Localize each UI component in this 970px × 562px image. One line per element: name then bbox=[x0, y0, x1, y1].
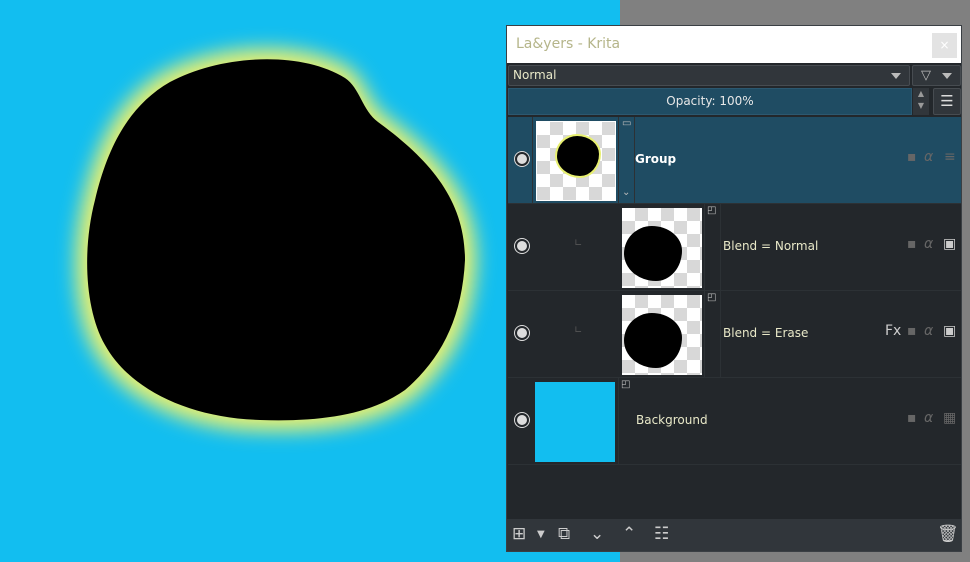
child-indent-icon: ∟ bbox=[574, 325, 583, 336]
folder-icon: ▭ bbox=[622, 118, 632, 129]
layer-thumbnail bbox=[535, 382, 615, 462]
fx-badge[interactable]: Fx bbox=[885, 323, 901, 339]
layer-thumbnail bbox=[622, 208, 702, 288]
properties-icon[interactable]: ☷ bbox=[654, 524, 669, 544]
eye-icon[interactable] bbox=[515, 152, 529, 166]
chevron-down-icon bbox=[891, 73, 901, 79]
trash-icon[interactable]: 🗑 bbox=[937, 524, 959, 544]
lock-icon[interactable]: ▪ bbox=[907, 323, 917, 339]
layer-name: Blend = Erase bbox=[723, 326, 809, 340]
title-bar: La&yers - Krita × bbox=[507, 26, 961, 63]
layer-thumbnail bbox=[536, 121, 616, 201]
layer-options-button[interactable]: ☰ bbox=[933, 88, 961, 115]
filter-button[interactable]: ▽ bbox=[912, 65, 961, 86]
eye-icon[interactable] bbox=[515, 326, 529, 340]
chevron-down-icon bbox=[942, 73, 952, 79]
inherit-alpha-icon[interactable]: ▣ bbox=[943, 323, 956, 339]
layer-row-group[interactable]: ▭ ⌄ Group ▪ α ≡ bbox=[508, 117, 961, 204]
eye-icon[interactable] bbox=[515, 239, 529, 253]
alpha-lock-icon[interactable]: α bbox=[924, 149, 933, 165]
paint-layer-icon: ◰ bbox=[621, 379, 631, 390]
inherit-alpha-icon[interactable]: ▣ bbox=[943, 236, 956, 252]
alpha-lock-icon[interactable]: α bbox=[924, 236, 933, 252]
blend-mode-select[interactable]: Normal bbox=[508, 65, 910, 86]
child-indent-icon: ∟ bbox=[574, 238, 583, 249]
blend-mode-value: Normal bbox=[513, 68, 557, 82]
move-up-icon[interactable]: ⌃ bbox=[622, 524, 636, 544]
layer-name: Background bbox=[636, 413, 708, 427]
chevron-down-icon[interactable]: ▼ bbox=[537, 529, 545, 540]
opacity-spinner[interactable]: ▲ ▼ bbox=[913, 88, 929, 115]
opacity-slider[interactable]: Opacity: 100% bbox=[508, 88, 912, 115]
window-title: La&yers - Krita bbox=[516, 36, 621, 52]
collapse-chevron-icon[interactable]: ⌄ bbox=[622, 187, 630, 198]
lock-icon[interactable]: ▪ bbox=[907, 410, 917, 426]
inherit-alpha-icon[interactable]: ▦ bbox=[943, 410, 956, 426]
layer-row[interactable]: ∟ ◰ Blend = Normal ▪ α ▣ bbox=[508, 204, 961, 291]
duplicate-layer-icon[interactable]: ⧉ bbox=[558, 524, 570, 544]
filter-icon: ▽ bbox=[921, 68, 931, 83]
lock-icon[interactable]: ▪ bbox=[907, 236, 917, 252]
lock-icon[interactable]: ▪ bbox=[907, 149, 917, 165]
layer-row[interactable]: ∟ ◰ Blend = Erase Fx ▪ α ▣ bbox=[508, 291, 961, 378]
layer-thumbnail bbox=[622, 295, 702, 375]
pass-through-icon[interactable]: ≡ bbox=[944, 149, 956, 165]
add-layer-icon[interactable]: ⊞ bbox=[512, 524, 526, 544]
layer-toolbar: ⊞ ▼ ⧉ ⌄ ⌃ ☷ 🗑 bbox=[507, 519, 961, 551]
layer-name: Group bbox=[635, 152, 677, 166]
alpha-lock-icon[interactable]: α bbox=[924, 323, 933, 339]
eye-icon[interactable] bbox=[515, 413, 529, 427]
close-button[interactable]: × bbox=[932, 33, 957, 58]
layer-name: Blend = Normal bbox=[723, 239, 819, 253]
paint-layer-icon: ◰ bbox=[707, 205, 717, 216]
paint-layer-icon: ◰ bbox=[707, 292, 717, 303]
move-down-icon[interactable]: ⌄ bbox=[590, 524, 604, 544]
alpha-lock-icon[interactable]: α bbox=[924, 410, 933, 426]
layers-docker: La&yers - Krita × Normal ▽ Opacity: 100%… bbox=[506, 25, 962, 552]
layer-row-background[interactable]: ◰ Background ▪ α ▦ bbox=[508, 378, 961, 465]
